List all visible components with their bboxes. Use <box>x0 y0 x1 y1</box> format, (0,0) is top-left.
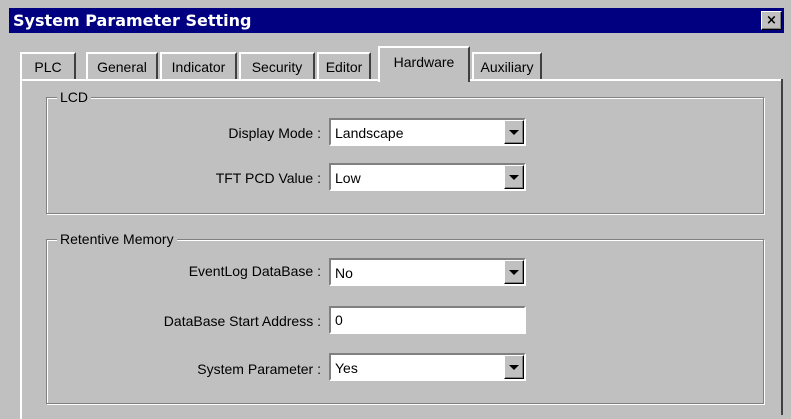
display-mode-select[interactable]: Landscape <box>329 118 526 146</box>
lcd-groupbox: LCD Display Mode : Landscape TFT PCD Val… <box>46 88 764 214</box>
tab-label: Security <box>251 59 303 75</box>
tab-hardware[interactable]: Hardware <box>378 46 470 82</box>
retentive-memory-groupbox: Retentive Memory EventLog DataBase : No … <box>46 230 764 404</box>
tft-pcd-label: TFT PCD Value : <box>215 170 321 186</box>
tab-plc[interactable]: PLC <box>20 52 76 79</box>
display-mode-dropdown-button[interactable] <box>504 120 524 144</box>
chevron-down-icon <box>509 269 519 275</box>
tab-indicator[interactable]: Indicator <box>160 52 237 79</box>
eventlog-database-label: EventLog DataBase : <box>188 263 321 279</box>
chevron-down-icon <box>509 129 519 135</box>
display-mode-label: Display Mode : <box>228 125 321 141</box>
system-parameter-label: System Parameter : <box>197 361 321 377</box>
panel-edge <box>781 79 783 415</box>
tab-label: PLC <box>34 59 62 75</box>
tft-pcd-dropdown-button[interactable] <box>504 165 524 189</box>
eventlog-database-select[interactable]: No <box>329 258 526 286</box>
tft-pcd-select[interactable]: Low <box>329 163 526 191</box>
tab-label: Hardware <box>393 54 455 70</box>
tab-label: Editor <box>325 59 363 75</box>
database-start-address-input[interactable] <box>329 306 526 334</box>
tab-auxiliary[interactable]: Auxiliary <box>472 52 542 79</box>
system-parameter-dropdown-button[interactable] <box>504 355 524 379</box>
eventlog-database-dropdown-button[interactable] <box>504 260 524 284</box>
system-parameter-select[interactable]: Yes <box>329 353 526 381</box>
window-title: System Parameter Setting <box>13 11 252 30</box>
tab-security[interactable]: Security <box>239 52 315 79</box>
tab-editor[interactable]: Editor <box>317 52 371 79</box>
database-start-address-label: DataBase Start Address : <box>163 313 321 329</box>
tab-label: Indicator <box>171 59 226 75</box>
close-icon: × <box>766 13 777 28</box>
tab-general[interactable]: General <box>86 52 158 79</box>
chevron-down-icon <box>509 174 519 180</box>
close-button[interactable]: × <box>761 11 782 30</box>
chevron-down-icon <box>509 364 519 370</box>
tab-label: General <box>97 59 147 75</box>
display-mode-value: Landscape <box>335 125 404 141</box>
tab-label: Auxiliary <box>480 59 534 75</box>
system-parameter-value: Yes <box>335 360 358 376</box>
lcd-legend: LCD <box>57 88 92 106</box>
retentive-memory-legend: Retentive Memory <box>57 230 177 248</box>
eventlog-database-value: No <box>335 265 353 281</box>
title-bar: System Parameter Setting <box>9 8 784 33</box>
tab-panel-hardware: LCD Display Mode : Landscape TFT PCD Val… <box>20 79 782 419</box>
tft-pcd-value: Low <box>335 170 361 186</box>
